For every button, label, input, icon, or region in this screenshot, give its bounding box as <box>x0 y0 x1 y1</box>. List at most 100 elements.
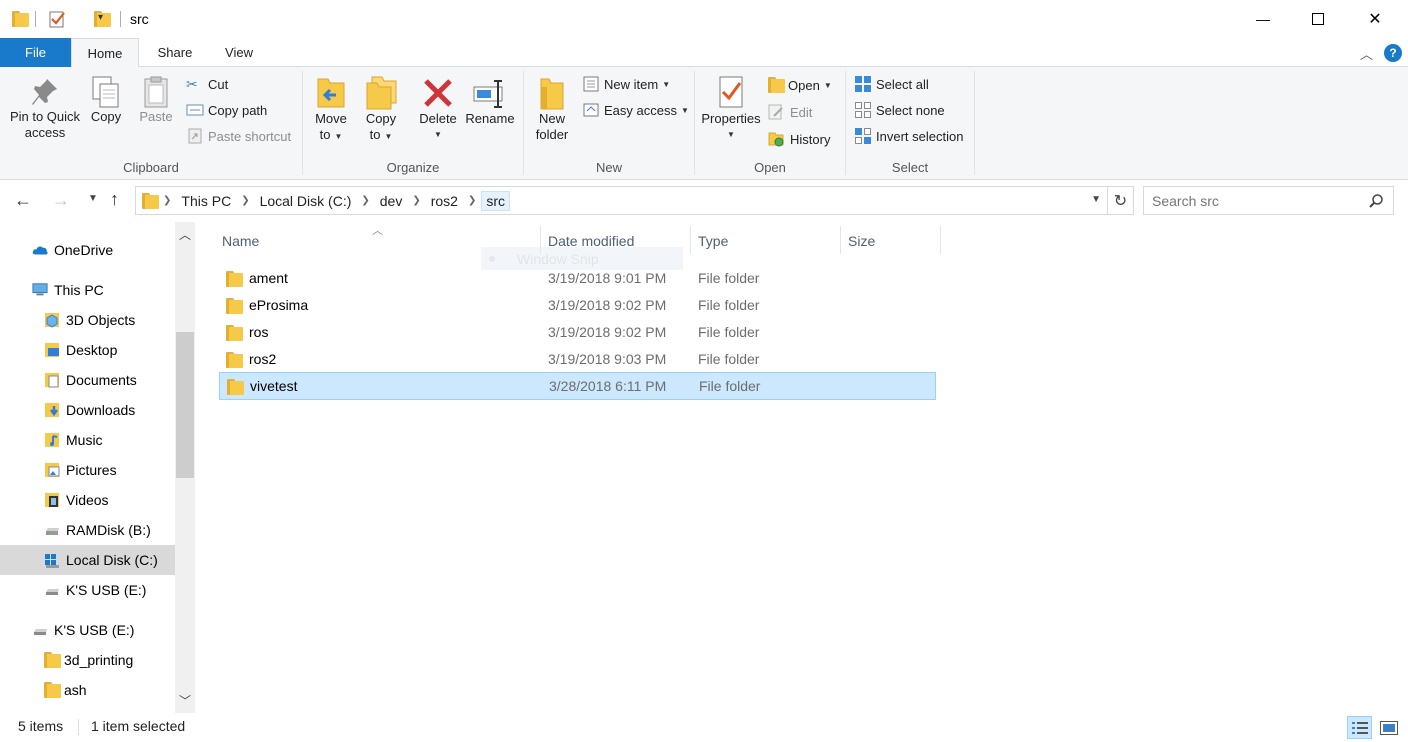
details-view-button[interactable] <box>1347 716 1372 739</box>
nav-item-ramdisk[interactable]: RAMDisk (B:) <box>0 515 175 545</box>
nav-item-onedrive[interactable]: OneDrive <box>0 235 175 265</box>
breadcrumb-separator-icon[interactable]: ❯ <box>407 195 425 206</box>
select-group-label: Select <box>891 160 929 175</box>
breadcrumb-separator-icon[interactable]: ❯ <box>356 195 374 206</box>
properties-qat-icon[interactable] <box>48 10 66 28</box>
tab-file[interactable]: File <box>0 38 71 67</box>
breadcrumb-separator-icon[interactable]: ❯ <box>158 195 176 206</box>
nav-item-usb-drive-root[interactable]: K'S USB (E:) <box>0 615 175 645</box>
tab-view[interactable]: View <box>210 38 268 67</box>
large-icons-view-button[interactable] <box>1376 716 1401 739</box>
history-button[interactable]: History <box>768 128 830 150</box>
up-arrow-icon[interactable]: ↑ <box>110 189 119 210</box>
tab-home[interactable]: Home <box>71 38 139 68</box>
new-group-label: New <box>595 160 622 175</box>
address-history-chevron-icon[interactable]: ▼ <box>1091 194 1101 205</box>
nav-item-ash[interactable]: ash <box>0 675 175 705</box>
scroll-up-icon[interactable]: ︿ <box>179 226 191 243</box>
collapse-ribbon-icon[interactable]: ︿ <box>1360 44 1373 63</box>
move-to-button[interactable]: Move to ▼ <box>309 75 353 145</box>
tab-share[interactable]: Share <box>144 38 206 67</box>
minimize-button[interactable]: — <box>1240 0 1286 38</box>
back-arrow-icon[interactable]: ← <box>14 190 32 211</box>
select-all-button[interactable]: Select all <box>854 73 929 95</box>
scrollbar-thumb[interactable] <box>176 332 194 478</box>
rename-button[interactable]: Rename <box>464 75 516 127</box>
close-icon: ✕ <box>1368 11 1382 28</box>
column-divider[interactable] <box>940 226 941 254</box>
nav-label: Music <box>66 432 103 448</box>
search-box[interactable] <box>1143 186 1394 215</box>
file-row-selected[interactable]: vivetest 3/28/2018 6:11 PM File folder <box>219 372 936 400</box>
rename-icon <box>473 80 503 108</box>
breadcrumb-separator-icon[interactable]: ❯ <box>236 195 254 206</box>
nav-item-local-disk[interactable]: Local Disk (C:) <box>0 545 175 575</box>
nav-item-documents[interactable]: Documents <box>0 365 175 395</box>
invert-selection-label: Invert selection <box>876 128 964 144</box>
nav-item-this-pc[interactable]: This PC <box>0 275 175 305</box>
help-icon[interactable]: ? <box>1384 44 1402 62</box>
cut-label: Cut <box>208 76 229 92</box>
folder-icon <box>44 682 61 698</box>
open-button[interactable]: Open ▼ <box>768 74 832 96</box>
nav-item-downloads[interactable]: Downloads <box>0 395 175 425</box>
new-folder-label-2: folder <box>535 127 569 142</box>
breadcrumb-this-pc[interactable]: This PC <box>176 193 236 209</box>
breadcrumb-src[interactable]: src <box>481 190 511 211</box>
refresh-button[interactable]: ↻ <box>1108 186 1134 215</box>
copy-button[interactable]: Copy <box>86 75 126 125</box>
forward-arrow-icon[interactable]: → <box>52 190 70 211</box>
copy-to-button[interactable]: Copy to ▼ <box>359 75 403 145</box>
breadcrumb-local-disk[interactable]: Local Disk (C:) <box>255 193 357 209</box>
recent-locations-chevron-icon[interactable]: ▼ <box>88 193 98 204</box>
cut-button[interactable]: ✂ Cut <box>186 73 228 95</box>
select-all-label: Select all <box>876 76 929 92</box>
column-header-type[interactable]: Type <box>692 228 840 254</box>
nav-item-desktop[interactable]: Desktop <box>0 335 175 365</box>
nav-item-music[interactable]: Music <box>0 425 175 455</box>
file-row[interactable]: eProsima 3/19/2018 9:02 PM File folder <box>219 292 936 319</box>
qat-customize-icon[interactable]: ▾ <box>98 12 103 23</box>
easy-access-button[interactable]: Easy access ▼ <box>582 99 689 121</box>
nav-label: OneDrive <box>54 242 114 258</box>
nav-item-3d-objects[interactable]: 3D Objects <box>0 305 175 335</box>
pin-to-quick-access-button[interactable]: Pin to Quick access <box>4 75 86 141</box>
new-item-button[interactable]: New item ▼ <box>582 73 670 95</box>
search-input[interactable] <box>1152 192 1352 209</box>
breadcrumb-ros2[interactable]: ros2 <box>426 193 463 209</box>
scroll-down-icon[interactable]: ﹀ <box>179 692 191 709</box>
folder-icon <box>226 352 243 368</box>
address-bar[interactable]: ❯ This PC ❯ Local Disk (C:) ❯ dev ❯ ros2… <box>135 186 1108 215</box>
column-header-size[interactable]: Size <box>842 228 940 254</box>
nav-scrollbar[interactable]: ︿ ﹀ <box>175 222 195 713</box>
breadcrumb-separator-icon[interactable]: ❯ <box>463 195 481 206</box>
paste-button[interactable]: Paste <box>136 75 176 125</box>
invert-selection-button[interactable]: Invert selection <box>854 125 963 147</box>
breadcrumb-dev[interactable]: dev <box>375 193 408 209</box>
file-row[interactable]: ros2 3/19/2018 9:03 PM File folder <box>219 346 936 373</box>
file-type: File folder <box>699 378 761 394</box>
nav-item-pictures[interactable]: Pictures <box>0 455 175 485</box>
edit-button[interactable]: Edit <box>768 101 812 123</box>
copy-path-button[interactable]: Copy path <box>186 99 267 121</box>
folder-icon <box>227 379 244 395</box>
nav-label: This PC <box>54 282 104 298</box>
nav-item-3d-printing[interactable]: 3d_printing <box>0 645 175 675</box>
properties-button[interactable]: Properties ▼ <box>698 75 764 143</box>
file-row[interactable]: ament 3/19/2018 9:01 PM File folder <box>219 265 936 292</box>
new-folder-button[interactable]: New folder <box>528 75 576 143</box>
select-none-button[interactable]: Select none <box>854 99 945 121</box>
paste-shortcut-icon <box>188 128 202 144</box>
open-group-label: Open <box>754 160 786 175</box>
maximize-button[interactable] <box>1295 0 1341 38</box>
paste-shortcut-button[interactable]: Paste shortcut <box>186 125 291 147</box>
nav-item-usb-drive[interactable]: K'S USB (E:) <box>0 575 175 605</box>
column-divider[interactable] <box>840 226 841 254</box>
close-button[interactable]: ✕ <box>1352 0 1398 38</box>
file-type: File folder <box>698 297 760 313</box>
file-row[interactable]: ros 3/19/2018 9:02 PM File folder <box>219 319 936 346</box>
delete-button[interactable]: Delete ▼ <box>414 75 462 143</box>
column-divider[interactable] <box>690 226 691 254</box>
nav-item-videos[interactable]: Videos <box>0 485 175 515</box>
pin-icon <box>32 79 57 105</box>
